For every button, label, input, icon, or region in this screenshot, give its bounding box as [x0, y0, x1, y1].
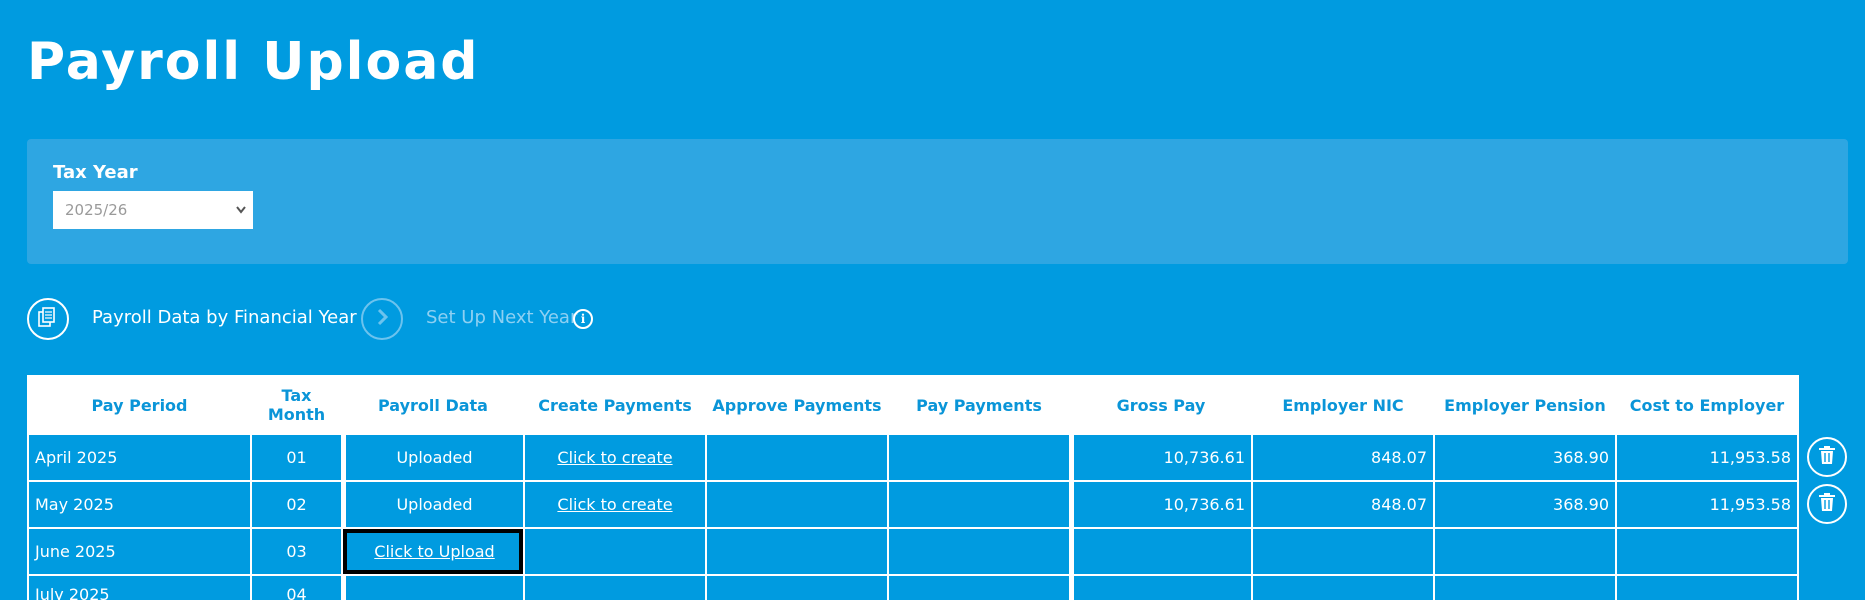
cell-pay-payments	[889, 435, 1069, 480]
cell-payroll-data	[343, 576, 523, 600]
cell-employer-pension	[1435, 576, 1615, 600]
cell-payroll-data: Uploaded	[343, 435, 523, 480]
cell-pay-period: July 2025	[29, 576, 250, 600]
header-cost-to-employer: Cost to Employer	[1617, 377, 1797, 433]
cell-create-payments: Click to create	[525, 482, 705, 527]
header-pay-period: Pay Period	[29, 377, 250, 433]
header-gross-pay: Gross Pay	[1071, 377, 1251, 433]
chevron-down-icon	[235, 191, 247, 244]
cell-gross-pay	[1071, 576, 1251, 600]
header-approve-payments: Approve Payments	[707, 377, 887, 433]
actions-row: Payroll Data by Financial Year Set Up Ne…	[27, 298, 727, 340]
table-header-row: Pay Period Tax Month Payroll Data Create…	[29, 377, 1797, 433]
cell-tax-month: 03	[252, 529, 341, 574]
setup-next-year-label: Set Up Next Year	[426, 307, 578, 328]
cell-employer-pension	[1435, 529, 1615, 574]
cell-create-payments	[525, 529, 705, 574]
cell-employer-pension: 368.90	[1435, 482, 1615, 527]
cell-pay-payments	[889, 482, 1069, 527]
cell-employer-nic: 848.07	[1253, 482, 1433, 527]
trash-icon	[1816, 491, 1838, 517]
cell-approve-payments	[707, 435, 887, 480]
cell-create-payments: Click to create	[525, 435, 705, 480]
filter-panel: Tax Year 2025/26	[27, 139, 1848, 264]
trash-icon	[1816, 444, 1838, 470]
header-employer-nic: Employer NIC	[1253, 377, 1433, 433]
info-icon[interactable]: i	[573, 309, 593, 329]
cell-approve-payments	[707, 576, 887, 600]
cell-approve-payments	[707, 482, 887, 527]
cell-employer-nic: 848.07	[1253, 435, 1433, 480]
delete-row-button[interactable]	[1807, 484, 1847, 524]
tax-year-select[interactable]: 2025/26	[53, 191, 253, 229]
header-employer-pension: Employer Pension	[1435, 377, 1615, 433]
cell-cost-to-employer	[1617, 529, 1797, 574]
payroll-data-by-financial-year-link[interactable]: Payroll Data by Financial Year	[92, 307, 357, 328]
table-row: April 2025 01 Uploaded Click to create 1…	[29, 435, 1797, 480]
cell-pay-payments	[889, 529, 1069, 574]
table-row: May 2025 02 Uploaded Click to create 10,…	[29, 482, 1797, 527]
cell-pay-period: April 2025	[29, 435, 250, 480]
cell-tax-month: 04	[252, 576, 341, 600]
cell-employer-nic	[1253, 576, 1433, 600]
cell-gross-pay: 10,736.61	[1071, 482, 1251, 527]
cell-employer-nic	[1253, 529, 1433, 574]
cell-payroll-data: Uploaded	[343, 482, 523, 527]
cell-create-payments	[525, 576, 705, 600]
delete-row-button[interactable]	[1807, 437, 1847, 477]
chevron-right-icon	[370, 305, 394, 333]
header-create-payments: Create Payments	[525, 377, 705, 433]
cell-payroll-data: Click to Upload	[343, 529, 523, 574]
cell-gross-pay	[1071, 529, 1251, 574]
cell-cost-to-employer: 11,953.58	[1617, 482, 1797, 527]
payroll-data-button[interactable]	[27, 298, 69, 340]
tax-year-selected-value: 2025/26	[65, 201, 128, 219]
cell-cost-to-employer: 11,953.58	[1617, 435, 1797, 480]
header-pay-payments: Pay Payments	[889, 377, 1069, 433]
header-tax-month: Tax Month	[252, 377, 341, 433]
cell-pay-period: June 2025	[29, 529, 250, 574]
click-to-create-link[interactable]: Click to create	[557, 448, 672, 467]
cell-tax-month: 02	[252, 482, 341, 527]
cell-pay-payments	[889, 576, 1069, 600]
cell-approve-payments	[707, 529, 887, 574]
cell-employer-pension: 368.90	[1435, 435, 1615, 480]
header-payroll-data: Payroll Data	[343, 377, 523, 433]
click-to-upload-link[interactable]: Click to Upload	[374, 542, 494, 561]
click-to-create-link[interactable]: Click to create	[557, 495, 672, 514]
cell-cost-to-employer	[1617, 576, 1797, 600]
documents-icon	[36, 305, 60, 333]
cell-gross-pay: 10,736.61	[1071, 435, 1251, 480]
cell-tax-month: 01	[252, 435, 341, 480]
payroll-table: Pay Period Tax Month Payroll Data Create…	[27, 375, 1799, 600]
cell-pay-period: May 2025	[29, 482, 250, 527]
table-row: June 2025 03 Click to Upload	[29, 529, 1797, 574]
tax-year-label: Tax Year	[53, 162, 138, 183]
page-title: Payroll Upload	[27, 32, 480, 92]
table-row: July 2025 04	[29, 576, 1797, 600]
setup-next-year-button[interactable]	[361, 298, 403, 340]
